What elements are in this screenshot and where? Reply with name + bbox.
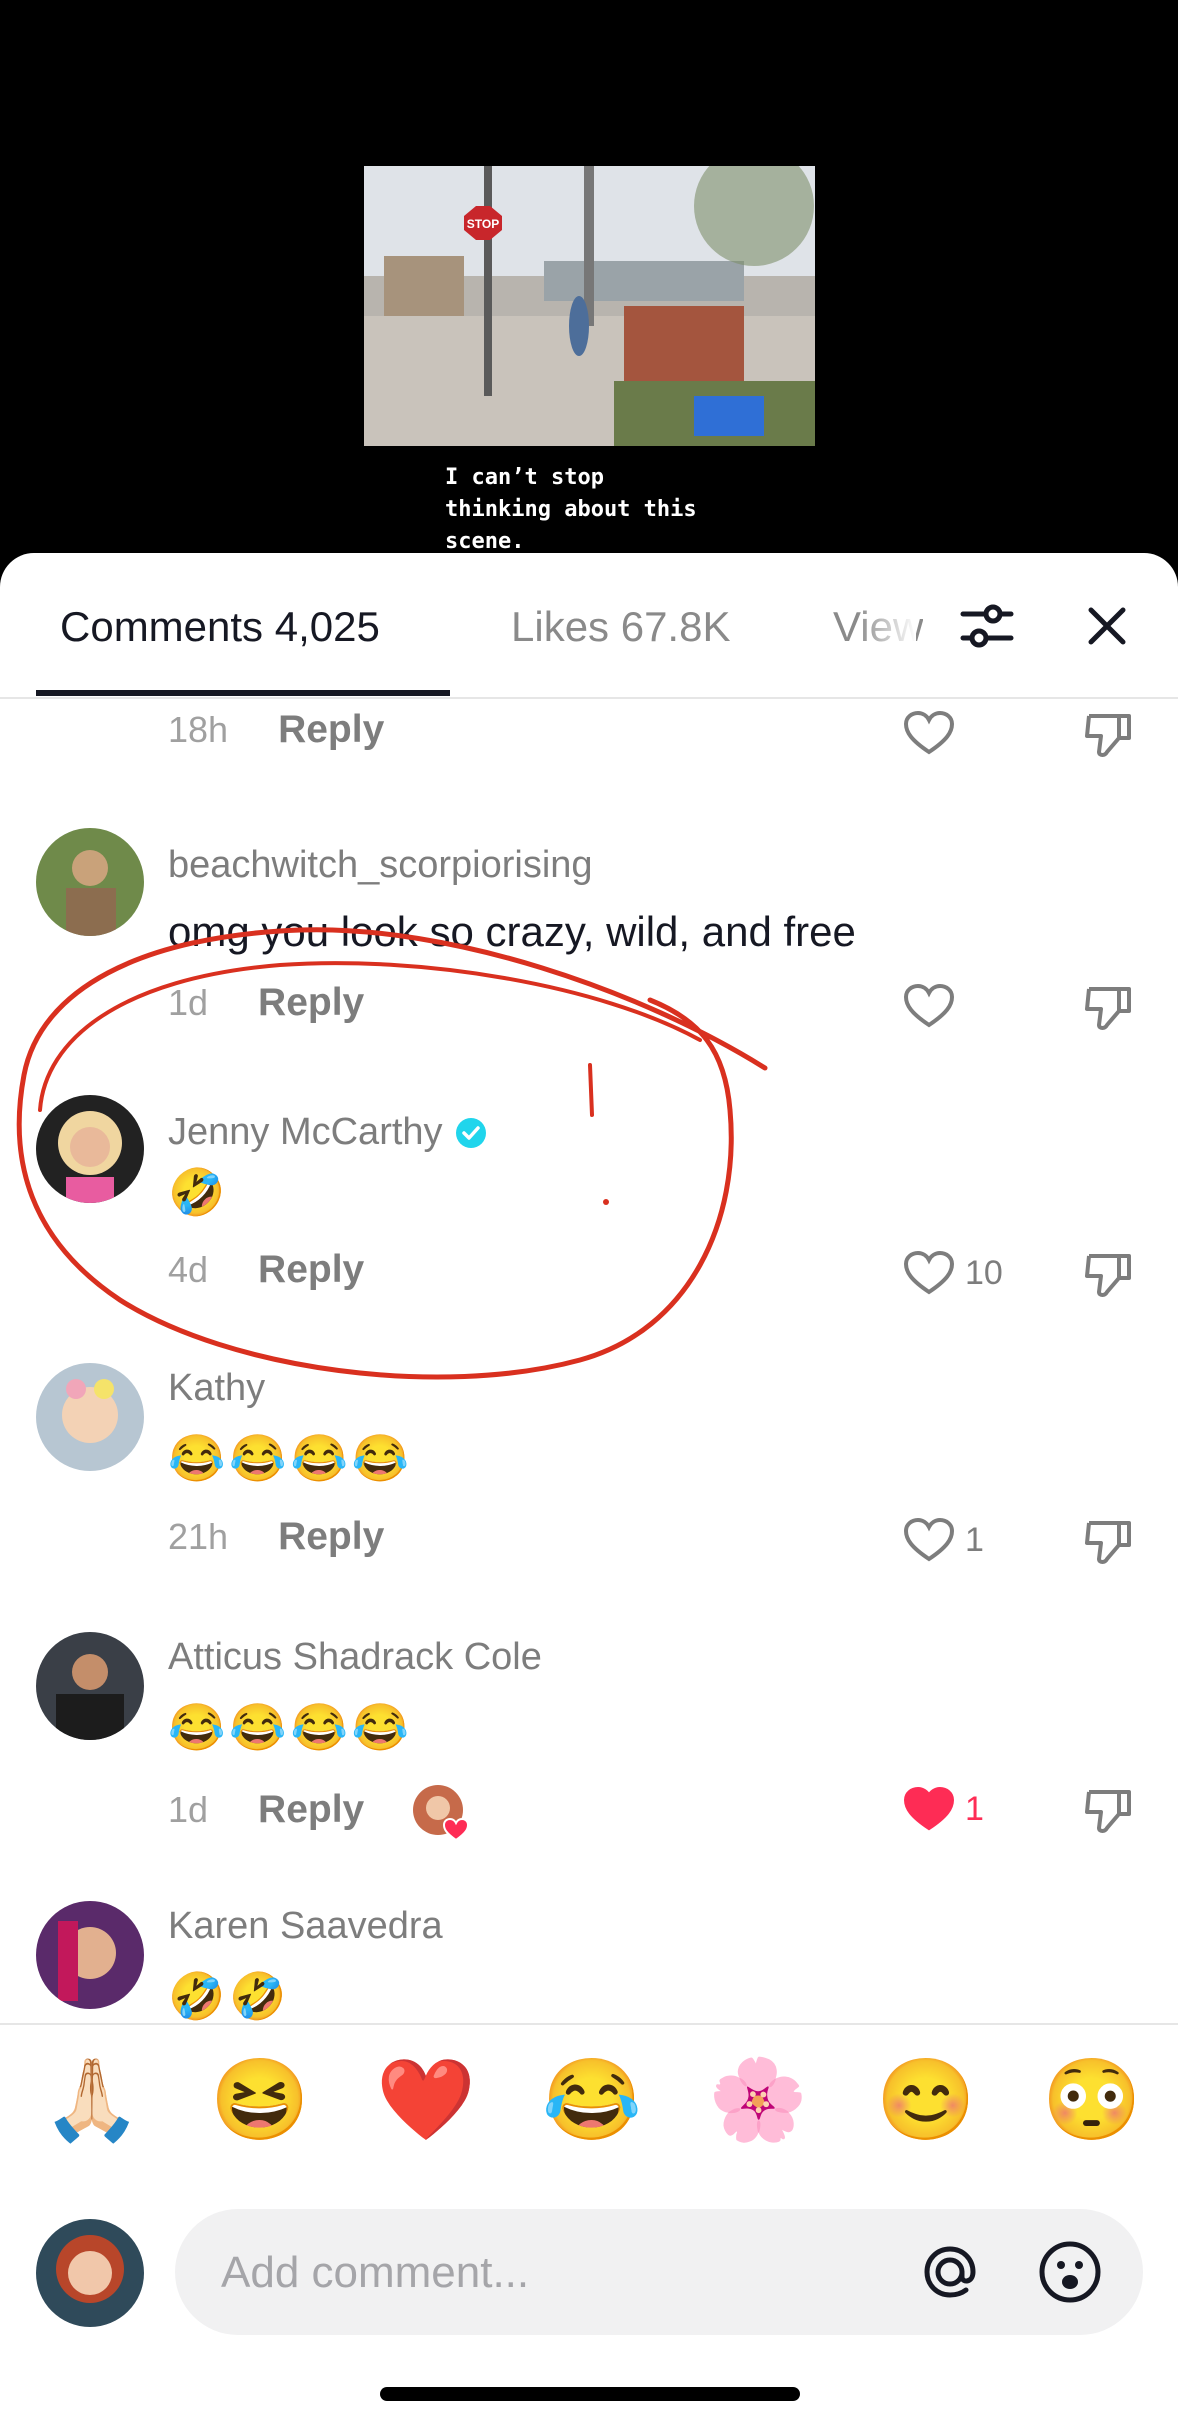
avatar[interactable] <box>36 1632 144 1740</box>
emoji-flushed[interactable]: 😳 <box>1042 2055 1142 2145</box>
heart-icon <box>903 983 955 1028</box>
comment-composer <box>0 2173 1178 2353</box>
thumbs-down-icon[interactable] <box>1083 1786 1133 1841</box>
creator-liked-avatar <box>412 1784 470 1842</box>
comment-meta: 4d Reply <box>168 1248 364 1292</box>
comment-username[interactable]: Jenny McCarthy <box>168 1111 487 1154</box>
comment-time: 4d <box>168 1249 209 1290</box>
comment-meta: 18h Reply <box>168 708 384 752</box>
thumbs-down-icon[interactable] <box>1083 710 1133 765</box>
comment-input[interactable] <box>219 2209 843 2337</box>
heart-icon <box>903 1517 955 1562</box>
video-preview[interactable]: STOP I can’t stop thinking about this sc… <box>0 0 1178 560</box>
like-count: 1 <box>965 1789 984 1828</box>
emoji-laugh[interactable]: 😆 <box>210 2055 310 2145</box>
comment-input-container <box>175 2209 1143 2337</box>
like-button[interactable] <box>903 710 965 756</box>
comment-text: 😂😂😂😂 <box>168 1432 414 1484</box>
comment-meta: 1d Reply <box>168 1784 470 1842</box>
comment-time: 1d <box>168 982 209 1023</box>
tab-bar: Comments 4,025 Likes 67.8K Views <box>0 553 1178 699</box>
comment-time: 21h <box>168 1516 229 1557</box>
active-tab-indicator <box>36 690 450 696</box>
avatar[interactable] <box>36 1363 144 1471</box>
emoji-heart[interactable]: ❤️ <box>376 2055 476 2145</box>
comment-text: omg you look so crazy, wild, and free <box>168 908 856 955</box>
my-avatar[interactable] <box>36 2219 144 2327</box>
emoji-tears-of-joy[interactable]: 😂 <box>542 2055 642 2145</box>
comment-list[interactable]: 18h Reply beachwitch_scorpiorising omg y… <box>0 698 1178 2023</box>
at-sign-icon[interactable] <box>915 2237 985 2307</box>
video-caption: I can’t stop thinking about this scene. <box>445 465 697 554</box>
username-text: Jenny McCarthy <box>168 1111 443 1153</box>
thumbs-down-icon[interactable] <box>1083 983 1133 1038</box>
verified-badge-icon <box>455 1117 486 1148</box>
reply-button[interactable]: Reply <box>278 708 384 752</box>
heart-icon <box>903 1786 955 1831</box>
like-count: 10 <box>965 1253 1003 1292</box>
like-count: 1 <box>965 1520 984 1559</box>
like-button[interactable]: 1 <box>903 1517 984 1563</box>
like-button[interactable] <box>903 983 965 1029</box>
comment-username[interactable]: Atticus Shadrack Cole <box>168 1636 542 1679</box>
sliders-icon[interactable] <box>952 591 1022 661</box>
quick-emoji-bar: 🙏🏻 😆 ❤️ 😂 🌸 😊 😳 <box>0 2023 1178 2175</box>
comment-text: 🤣🤣 <box>168 1970 291 2022</box>
home-indicator <box>380 2387 800 2401</box>
tab-comments[interactable]: Comments 4,025 <box>60 603 380 651</box>
thumbs-down-icon[interactable] <box>1083 1517 1133 1572</box>
comment-text: 😂😂😂😂 <box>168 1701 414 1753</box>
comment-meta: 1d Reply <box>168 981 364 1025</box>
emoji-blossom[interactable]: 🌸 <box>708 2055 808 2145</box>
reply-button[interactable]: Reply <box>278 1515 384 1559</box>
comment-time: 18h <box>168 709 229 750</box>
heart-icon <box>903 710 955 755</box>
avatar[interactable] <box>36 1901 144 2009</box>
emoji-face-icon[interactable] <box>1035 2237 1105 2307</box>
comment-text: 🤣 <box>168 1166 230 1218</box>
reply-button[interactable]: Reply <box>258 1248 364 1292</box>
emoji-pray[interactable]: 🙏🏻 <box>42 2055 142 2145</box>
like-button[interactable]: 10 <box>903 1250 1003 1296</box>
reply-button[interactable]: Reply <box>258 1788 364 1832</box>
reply-button[interactable]: Reply <box>258 981 364 1025</box>
comments-sheet: Comments 4,025 Likes 67.8K Views 18h Rep… <box>0 553 1178 2420</box>
comment-username[interactable]: beachwitch_scorpiorising <box>168 844 593 887</box>
like-button[interactable]: 1 <box>903 1786 984 1832</box>
close-icon[interactable] <box>1072 591 1142 661</box>
comment-username[interactable]: Karen Saavedra <box>168 1905 443 1948</box>
avatar[interactable] <box>36 1095 144 1203</box>
comment-meta: 21h Reply <box>168 1515 384 1559</box>
tab-fade <box>856 583 916 683</box>
heart-icon <box>903 1250 955 1295</box>
tab-likes[interactable]: Likes 67.8K <box>511 603 730 651</box>
video-thumbnail[interactable]: STOP <box>364 166 815 446</box>
avatar[interactable] <box>36 828 144 936</box>
emoji-smile[interactable]: 😊 <box>876 2055 976 2145</box>
thumbs-down-icon[interactable] <box>1083 1250 1133 1305</box>
comment-username[interactable]: Kathy <box>168 1367 265 1410</box>
stop-sign-text: STOP <box>467 217 499 231</box>
comment-time: 1d <box>168 1789 209 1830</box>
